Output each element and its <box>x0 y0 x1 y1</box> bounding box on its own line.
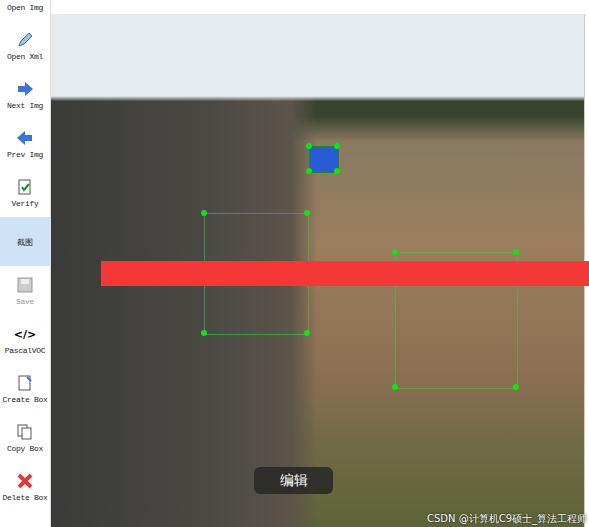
toolbar-label: Save <box>16 297 34 306</box>
box-vertex[interactable] <box>513 249 519 255</box>
box-vertex[interactable] <box>392 384 398 390</box>
watermark: CSDN @计算机C9硕士_算法工程师 <box>427 512 587 526</box>
next-arrow-icon[interactable] <box>15 79 35 99</box>
copy-box-icon[interactable] <box>15 422 35 442</box>
toolbar-label[interactable]: Prev Img <box>7 150 43 159</box>
toolbar-item[interactable]: Open Xml <box>0 21 50 70</box>
toolbar-label[interactable]: Open Img <box>7 3 43 12</box>
pencil-icon[interactable] <box>15 30 35 50</box>
toolbar-label[interactable]: Delete Box <box>2 493 47 502</box>
create-box-icon[interactable] <box>15 373 35 393</box>
toolbar-item[interactable]: Verify <box>0 168 50 217</box>
tooltip: 编辑 <box>254 467 333 494</box>
box-vertex[interactable] <box>513 384 519 390</box>
toolbar-item[interactable]: Delete Box <box>0 462 50 511</box>
verify-icon[interactable] <box>15 177 35 197</box>
toolbar-label[interactable]: PascalVOC <box>5 346 46 355</box>
box-vertex[interactable] <box>334 168 340 174</box>
box-vertex[interactable] <box>334 143 340 149</box>
toolbar-item[interactable]: 截图 <box>0 217 50 266</box>
box-vertex[interactable] <box>201 210 207 216</box>
prev-arrow-icon[interactable] <box>15 128 35 148</box>
toolbar-label[interactable]: Open Xml <box>7 52 43 61</box>
box-vertex[interactable] <box>201 330 207 336</box>
top-strip <box>51 0 589 14</box>
folder-icon[interactable] <box>15 0 35 1</box>
toolbar-item[interactable]: Create Box <box>0 364 50 413</box>
toolbar-label[interactable]: 截图 <box>17 237 32 248</box>
toolbar-item[interactable]: Open Img <box>0 0 50 21</box>
red-bar <box>101 261 589 286</box>
toolbar: Open Img Open Xml Next Img Prev Img Verify 截图… <box>0 0 51 527</box>
toolbar-label[interactable]: Verify <box>11 199 38 208</box>
toolbar-label[interactable]: Create Box <box>2 395 47 404</box>
toolbar-item[interactable]: Copy Box <box>0 413 50 462</box>
code-icon[interactable]: </> <box>15 324 35 344</box>
save-icon <box>15 275 35 295</box>
toolbar-item: Save <box>0 266 50 315</box>
box-vertex[interactable] <box>306 168 312 174</box>
box-vertex[interactable] <box>304 330 310 336</box>
toolbar-item[interactable]: Prev Img <box>0 119 50 168</box>
toolbar-item[interactable]: </> PascalVOC <box>0 315 50 364</box>
toolbar-item[interactable] <box>0 511 50 527</box>
toolbar-column: Open Img Open Xml Next Img Prev Img Verify 截图… <box>0 0 50 527</box>
box-vertex[interactable] <box>306 143 312 149</box>
toolbar-item[interactable]: Next Img <box>0 70 50 119</box>
delete-icon[interactable] <box>15 471 35 491</box>
box-vertex[interactable] <box>392 249 398 255</box>
toolbar-label[interactable]: Copy Box <box>7 444 43 453</box>
toolbar-label[interactable]: Next Img <box>7 101 43 110</box>
box-vertex[interactable] <box>304 210 310 216</box>
